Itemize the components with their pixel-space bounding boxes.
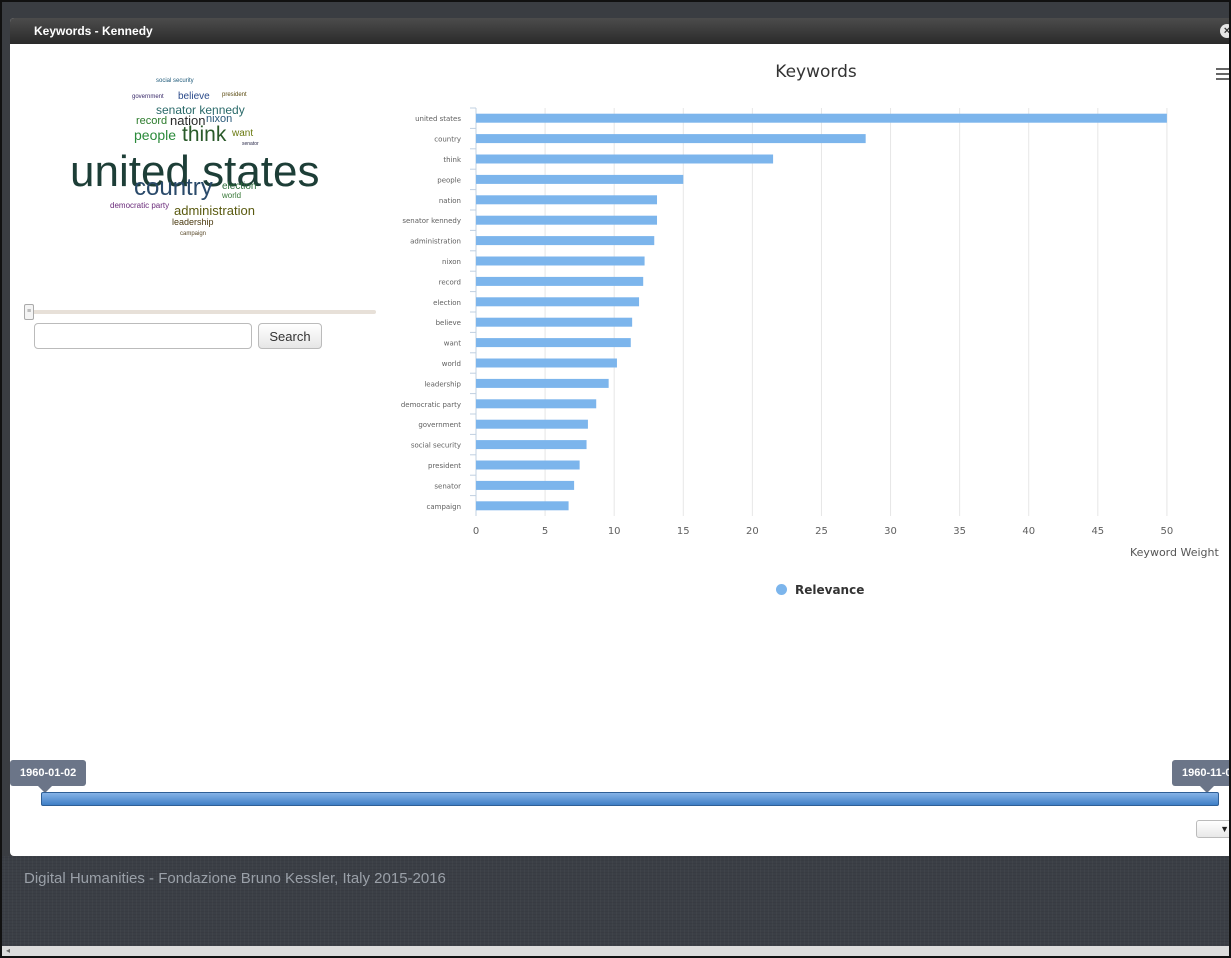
x-tick-label: 25 <box>815 526 828 537</box>
y-category-label: country <box>434 136 461 144</box>
timeline-end-date: 1960-11-08 <box>1172 760 1231 793</box>
y-category-label: administration <box>410 238 461 246</box>
bar[interactable] <box>476 113 1167 123</box>
bar[interactable] <box>476 215 658 225</box>
timeline-start-date: 1960-01-02 <box>10 760 87 793</box>
y-category-label: president <box>428 462 461 470</box>
y-category-label: senator <box>434 482 461 490</box>
legend-label: Relevance <box>795 583 865 597</box>
bar[interactable] <box>476 174 684 184</box>
y-category-label: government <box>418 421 461 429</box>
x-tick-label: 20 <box>746 526 759 537</box>
bar[interactable] <box>476 276 644 286</box>
x-tick-label: 50 <box>1161 526 1174 537</box>
x-axis-title: Keyword Weight <box>1130 546 1219 559</box>
timeline-range-bar[interactable] <box>41 792 1219 806</box>
keywords-dialog: Keywords - Kennedy × social security gove… <box>10 18 1231 856</box>
x-tick-label: 40 <box>1022 526 1035 537</box>
bar[interactable] <box>476 297 640 307</box>
y-category-label: nation <box>439 197 461 205</box>
y-category-label: senator kennedy <box>402 217 461 225</box>
bar[interactable] <box>476 134 866 144</box>
bar[interactable] <box>476 236 655 246</box>
bar[interactable] <box>476 399 597 409</box>
bar[interactable] <box>476 378 609 388</box>
y-category-label: believe <box>436 319 461 327</box>
x-tick-label: 35 <box>953 526 966 537</box>
bar-chart: 0510152025303540455055united statescount… <box>401 107 1231 537</box>
bar[interactable] <box>476 460 580 470</box>
bar[interactable] <box>476 419 588 429</box>
bar[interactable] <box>476 256 645 266</box>
x-tick-label: 10 <box>608 526 621 537</box>
bar[interactable] <box>476 480 575 490</box>
legend-marker <box>776 584 787 595</box>
y-category-label: election <box>433 299 461 307</box>
range-dropdown[interactable]: ▼ <box>1196 820 1231 838</box>
bar[interactable] <box>476 338 631 348</box>
bar[interactable] <box>476 358 617 368</box>
y-category-label: leadership <box>424 380 461 388</box>
x-tick-label: 0 <box>473 526 479 537</box>
scroll-left-icon[interactable]: ◂ <box>6 946 10 956</box>
bar[interactable] <box>476 440 587 450</box>
bar[interactable] <box>476 154 774 164</box>
bar[interactable] <box>476 195 658 205</box>
footer: Digital Humanities - Fondazione Bruno Ke… <box>0 856 1231 948</box>
chart-legend[interactable]: Relevance <box>776 583 864 597</box>
footer-text: Digital Humanities - Fondazione Bruno Ke… <box>24 870 446 887</box>
horizontal-scrollbar[interactable]: ◂ <box>2 946 1229 956</box>
bar[interactable] <box>476 317 633 327</box>
y-category-label: world <box>442 360 461 368</box>
y-category-label: people <box>437 176 461 184</box>
y-category-label: think <box>443 156 462 164</box>
y-category-label: want <box>444 340 461 348</box>
y-category-label: united states <box>415 115 461 123</box>
y-category-label: democratic party <box>401 401 461 409</box>
y-category-label: social security <box>411 442 461 450</box>
x-tick-label: 5 <box>542 526 548 537</box>
y-category-label: record <box>439 278 461 286</box>
bar[interactable] <box>476 501 569 511</box>
x-tick-label: 15 <box>677 526 690 537</box>
y-category-label: nixon <box>442 258 461 266</box>
x-tick-label: 45 <box>1091 526 1104 537</box>
x-tick-label: 30 <box>884 526 897 537</box>
y-category-label: campaign <box>426 503 461 511</box>
caret-down-icon: ▼ <box>1220 824 1229 834</box>
